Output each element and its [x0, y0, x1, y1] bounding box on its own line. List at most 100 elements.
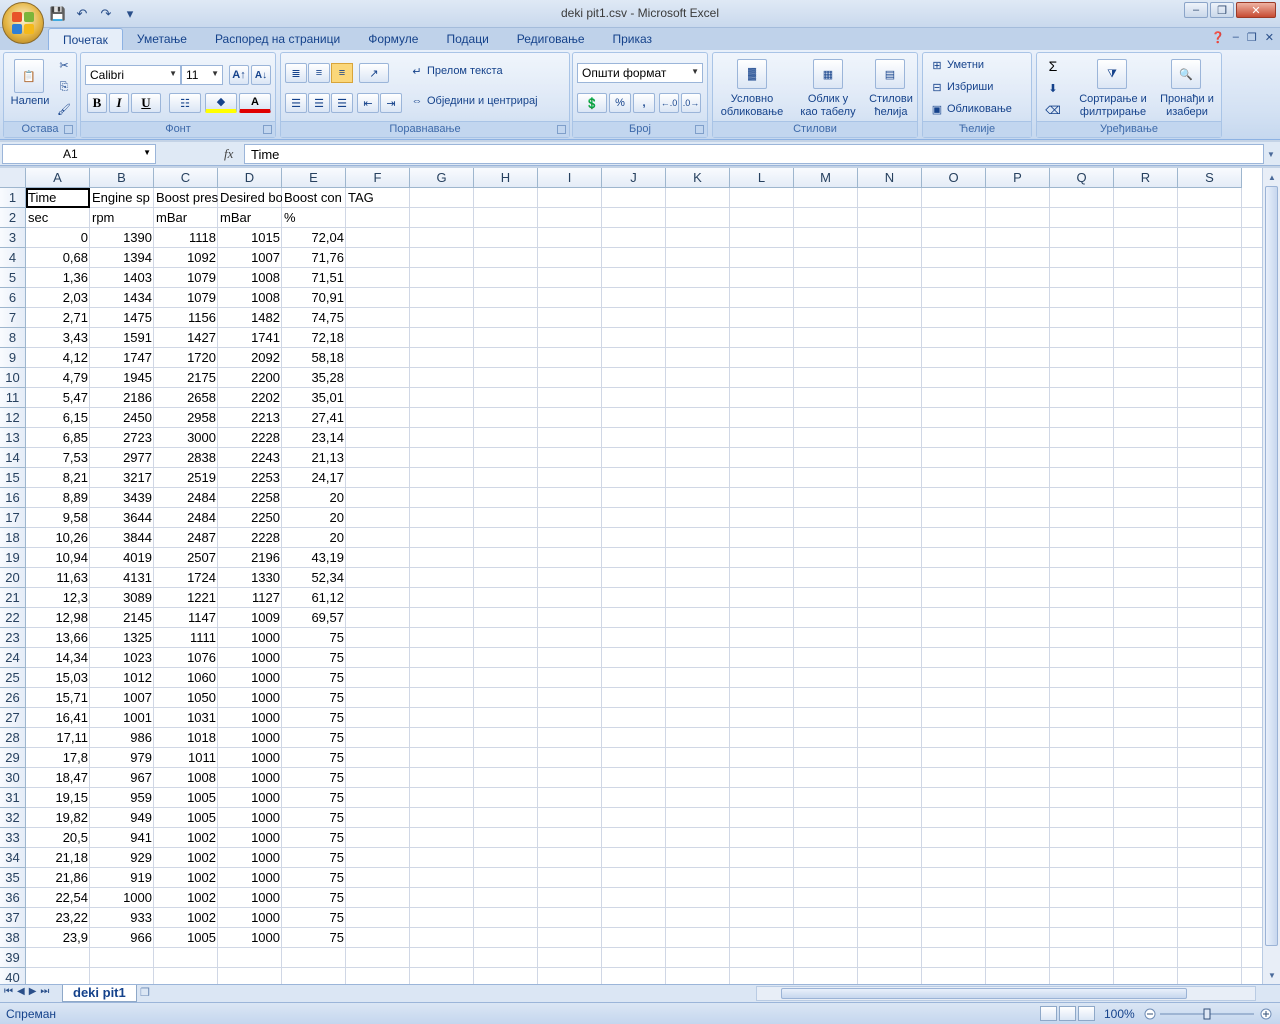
column-header[interactable]: Q: [1050, 168, 1114, 188]
cell[interactable]: 1000: [218, 688, 282, 708]
row-header[interactable]: 15: [0, 468, 26, 488]
cell[interactable]: Time: [26, 188, 90, 208]
cell-styles-icon[interactable]: ▤: [875, 59, 905, 89]
cell[interactable]: 1000: [218, 628, 282, 648]
vertical-scrollbar[interactable]: ▲ ▼: [1262, 168, 1280, 984]
cell[interactable]: 986: [90, 728, 154, 748]
cell[interactable]: 6,15: [26, 408, 90, 428]
cell[interactable]: 1427: [154, 328, 218, 348]
cell[interactable]: 75: [282, 848, 346, 868]
wrap-text-button[interactable]: Прелом текста: [427, 63, 503, 79]
column-header[interactable]: G: [410, 168, 474, 188]
scroll-up-icon[interactable]: ▲: [1264, 169, 1280, 185]
cell[interactable]: 966: [90, 928, 154, 948]
paste-icon[interactable]: 📋: [14, 59, 44, 93]
cell[interactable]: 1394: [90, 248, 154, 268]
row-header[interactable]: 11: [0, 388, 26, 408]
sort-filter-icon[interactable]: ⧩: [1097, 59, 1127, 89]
cell[interactable]: 2175: [154, 368, 218, 388]
cell[interactable]: 1111: [154, 628, 218, 648]
row-header[interactable]: 8: [0, 328, 26, 348]
decrease-indent-icon[interactable]: ⇤: [357, 93, 379, 113]
cell[interactable]: 1000: [218, 908, 282, 928]
row-header[interactable]: 38: [0, 928, 26, 948]
font-color-icon[interactable]: A: [239, 93, 271, 113]
cell[interactable]: 75: [282, 748, 346, 768]
column-header[interactable]: I: [538, 168, 602, 188]
cell[interactable]: 1000: [218, 808, 282, 828]
cell[interactable]: 2228: [218, 528, 282, 548]
cell[interactable]: 1005: [154, 788, 218, 808]
cell[interactable]: 2484: [154, 488, 218, 508]
font-size-select[interactable]: 11 ▼: [181, 65, 223, 85]
column-header[interactable]: L: [730, 168, 794, 188]
align-center-icon[interactable]: ☰: [308, 93, 330, 113]
row-header[interactable]: 3: [0, 228, 26, 248]
cell[interactable]: 21,86: [26, 868, 90, 888]
align-bottom-icon[interactable]: ≡: [331, 63, 353, 83]
row-header[interactable]: 27: [0, 708, 26, 728]
cell[interactable]: 1747: [90, 348, 154, 368]
column-header[interactable]: S: [1178, 168, 1242, 188]
cell[interactable]: 1060: [154, 668, 218, 688]
find-select-icon[interactable]: 🔍: [1171, 59, 1201, 89]
cell[interactable]: 2450: [90, 408, 154, 428]
cell[interactable]: 75: [282, 928, 346, 948]
cell[interactable]: 967: [90, 768, 154, 788]
insert-function-button[interactable]: fx: [224, 146, 233, 162]
cell[interactable]: 1079: [154, 288, 218, 308]
conditional-formatting-button[interactable]: Условно обликовање: [713, 93, 791, 119]
tab-review[interactable]: Редиговање: [503, 28, 599, 50]
cell[interactable]: 4,12: [26, 348, 90, 368]
row-header[interactable]: 36: [0, 888, 26, 908]
cell[interactable]: 20: [282, 488, 346, 508]
clear-icon[interactable]: ⌫: [1043, 101, 1063, 119]
cell[interactable]: 2196: [218, 548, 282, 568]
decrease-decimal-icon[interactable]: .0→: [681, 93, 701, 113]
format-as-table-button[interactable]: Облик у као табелу: [791, 93, 865, 119]
cell[interactable]: 1050: [154, 688, 218, 708]
cell[interactable]: 2723: [90, 428, 154, 448]
alignment-launcher-icon[interactable]: [557, 125, 566, 134]
row-header[interactable]: 22: [0, 608, 26, 628]
cell[interactable]: 1001: [90, 708, 154, 728]
cell[interactable]: 27,41: [282, 408, 346, 428]
cell[interactable]: 11,63: [26, 568, 90, 588]
cell[interactable]: 23,9: [26, 928, 90, 948]
cell[interactable]: 21,13: [282, 448, 346, 468]
cell[interactable]: 1724: [154, 568, 218, 588]
cell[interactable]: 75: [282, 768, 346, 788]
cell[interactable]: mBar: [218, 208, 282, 228]
cell[interactable]: 1009: [218, 608, 282, 628]
first-sheet-icon[interactable]: ⏮: [4, 986, 13, 997]
name-box[interactable]: A1 ▼: [2, 144, 156, 164]
cell[interactable]: 2487: [154, 528, 218, 548]
cell[interactable]: 35,28: [282, 368, 346, 388]
format-painter-icon[interactable]: 🖌: [56, 101, 72, 117]
cell[interactable]: 75: [282, 788, 346, 808]
select-all-corner[interactable]: [0, 168, 26, 188]
align-top-icon[interactable]: ≣: [285, 63, 307, 83]
column-header[interactable]: E: [282, 168, 346, 188]
workbook-close-icon[interactable]: ✕: [1265, 31, 1274, 44]
cell[interactable]: 3000: [154, 428, 218, 448]
cell[interactable]: rpm: [90, 208, 154, 228]
cell[interactable]: 2213: [218, 408, 282, 428]
format-cells-button[interactable]: Обликовање: [947, 101, 1012, 117]
row-header[interactable]: 40: [0, 968, 26, 984]
cell[interactable]: 919: [90, 868, 154, 888]
cell[interactable]: 2838: [154, 448, 218, 468]
sort-filter-button[interactable]: Сортирање и филтрирање: [1073, 93, 1153, 119]
normal-view-icon[interactable]: [1040, 1006, 1057, 1021]
cell[interactable]: 1076: [154, 648, 218, 668]
cell[interactable]: 21,18: [26, 848, 90, 868]
cell[interactable]: 15,03: [26, 668, 90, 688]
row-header[interactable]: 26: [0, 688, 26, 708]
restore-button[interactable]: ❐: [1210, 2, 1234, 18]
cell[interactable]: 1005: [154, 808, 218, 828]
cell[interactable]: 24,17: [282, 468, 346, 488]
cell[interactable]: 1,36: [26, 268, 90, 288]
cell[interactable]: 71,51: [282, 268, 346, 288]
office-button[interactable]: [2, 2, 44, 44]
cell[interactable]: 15,71: [26, 688, 90, 708]
